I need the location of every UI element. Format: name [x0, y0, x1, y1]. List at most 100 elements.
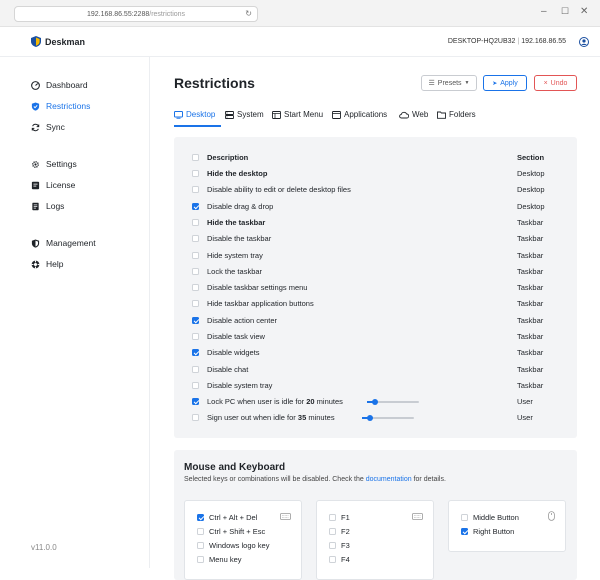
- key-option[interactable]: Right Button: [461, 527, 514, 536]
- row-checkbox[interactable]: [192, 251, 199, 259]
- start-menu-icon: [272, 110, 281, 119]
- row-section: Taskbar: [517, 217, 544, 227]
- key-option[interactable]: Windows logo key: [197, 541, 269, 550]
- sync-icon: [31, 123, 40, 131]
- sidebar-item-label: Sync: [46, 122, 65, 132]
- deskman-logo-icon: [31, 36, 41, 47]
- undo-button[interactable]: × Undo: [534, 75, 577, 91]
- url-host: 192.168.86.55:2288: [86, 10, 150, 18]
- key-checkbox[interactable]: [197, 528, 204, 535]
- key-label: F4: [341, 555, 350, 564]
- row-section: Taskbar: [517, 364, 544, 374]
- key-checkbox[interactable]: [329, 542, 336, 549]
- mouse-keyboard-panel: Mouse and Keyboard Selected keys or comb…: [174, 450, 577, 580]
- presets-button[interactable]: ☰ Presets ▼: [421, 75, 477, 91]
- row-checkbox[interactable]: [192, 235, 199, 243]
- key-option[interactable]: Menu key: [197, 555, 242, 564]
- key-label: Ctrl + Alt + Del: [209, 513, 258, 522]
- idle-lock-checkbox[interactable]: [192, 398, 199, 405]
- column-header-description: Description: [207, 153, 249, 162]
- app-version: v11.0.0: [31, 543, 57, 552]
- row-section: Desktop: [517, 185, 545, 195]
- key-option[interactable]: F2: [329, 527, 350, 536]
- sidebar-item-dashboard[interactable]: Dashboard: [31, 80, 88, 90]
- key-checkbox[interactable]: [329, 528, 336, 535]
- row-checkbox[interactable]: [192, 333, 199, 340]
- minimize-icon[interactable]: –: [541, 6, 547, 17]
- row-checkbox[interactable]: [192, 218, 199, 226]
- sidebar-item-settings[interactable]: Settings: [31, 159, 77, 169]
- sidebar-item-license[interactable]: License: [31, 180, 75, 190]
- sidebar-item-management[interactable]: Management: [31, 238, 96, 248]
- row-section: Desktop: [517, 201, 545, 211]
- row-section: Taskbar: [517, 380, 544, 390]
- table-row: Disable action center Taskbar: [174, 313, 577, 329]
- row-description: Lock the taskbar: [207, 266, 263, 276]
- key-checkbox[interactable]: [197, 542, 204, 549]
- hostname: DESKTOP-HQ2UB32: [447, 38, 516, 45]
- key-option[interactable]: Ctrl + Alt + Del: [197, 513, 257, 522]
- row-description: Disable chat: [207, 364, 249, 374]
- key-label: Ctrl + Shift + Esc: [209, 527, 266, 536]
- key-option[interactable]: Ctrl + Shift + Esc: [197, 527, 265, 536]
- keyboard-icon: [280, 513, 291, 520]
- key-checkbox[interactable]: [197, 514, 204, 521]
- sidebar-item-sync[interactable]: Sync: [31, 122, 65, 132]
- host-ip: 192.168.86.55: [521, 38, 566, 45]
- active-tab-indicator: [174, 125, 221, 127]
- key-option[interactable]: F4: [329, 555, 350, 564]
- key-checkbox[interactable]: [329, 556, 336, 563]
- row-checkbox[interactable]: [192, 365, 199, 373]
- row-checkbox[interactable]: [192, 316, 199, 324]
- row-checkbox[interactable]: [192, 284, 199, 292]
- user-icon[interactable]: [579, 37, 589, 47]
- close-icon[interactable]: ✕: [580, 6, 588, 17]
- tab-applications[interactable]: Applications: [332, 110, 387, 119]
- apply-button[interactable]: ➤ Apply: [483, 75, 527, 91]
- tab-label: Applications: [344, 110, 388, 119]
- maximize-icon[interactable]: ☐: [561, 6, 569, 17]
- tab-label: Desktop: [186, 110, 216, 119]
- table-row: Disable system tray Taskbar: [174, 378, 577, 394]
- row-section: User: [517, 397, 533, 406]
- key-option[interactable]: F3: [329, 541, 350, 550]
- row-section: Desktop: [517, 169, 545, 178]
- key-checkbox[interactable]: [461, 528, 468, 535]
- idle-signout-checkbox[interactable]: [192, 414, 199, 421]
- tab-web[interactable]: Web: [399, 110, 428, 119]
- tab-system[interactable]: System: [225, 110, 264, 119]
- row-section: Taskbar: [517, 348, 544, 358]
- row-checkbox[interactable]: [192, 300, 199, 308]
- idle-signout-label: Sign user out when idle for 35 minutes: [207, 413, 335, 422]
- key-checkbox[interactable]: [329, 514, 336, 521]
- table-row: Disable task view Taskbar: [174, 329, 577, 345]
- idle-signout-slider[interactable]: [362, 415, 414, 421]
- row-checkbox[interactable]: [192, 186, 199, 194]
- row-checkbox[interactable]: [192, 381, 199, 389]
- reload-icon[interactable]: ↻: [245, 9, 252, 18]
- table-header: Description Section: [174, 150, 577, 166]
- row-section: Taskbar: [517, 250, 544, 260]
- address-bar[interactable]: 192.168.86.55:2288/restrictions ↻: [14, 6, 258, 22]
- sidebar-item-help[interactable]: Help: [31, 259, 63, 269]
- row-checkbox[interactable]: [192, 170, 199, 177]
- row-checkbox[interactable]: [192, 202, 199, 210]
- select-all-checkbox[interactable]: [192, 154, 199, 161]
- tab-folders[interactable]: Folders: [437, 110, 476, 119]
- row-checkbox[interactable]: [192, 267, 199, 275]
- cloud-icon: [399, 111, 409, 118]
- key-checkbox[interactable]: [197, 556, 204, 563]
- key-checkbox[interactable]: [461, 514, 468, 521]
- row-checkbox[interactable]: [192, 349, 199, 357]
- apply-label: Apply: [500, 79, 518, 87]
- key-option[interactable]: Middle Button: [461, 513, 519, 522]
- sidebar-item-logs[interactable]: Logs: [31, 201, 64, 211]
- tab-start-menu[interactable]: Start Menu: [272, 110, 323, 119]
- idle-lock-slider[interactable]: [367, 399, 419, 405]
- license-icon: [31, 181, 40, 189]
- sidebar-item-restrictions[interactable]: Restrictions: [31, 101, 90, 111]
- key-option[interactable]: F1: [329, 513, 350, 522]
- host-info: DESKTOP-HQ2UB32 | 192.168.86.55: [447, 38, 566, 45]
- documentation-link[interactable]: documentation: [366, 476, 412, 483]
- tab-desktop[interactable]: Desktop: [174, 110, 215, 119]
